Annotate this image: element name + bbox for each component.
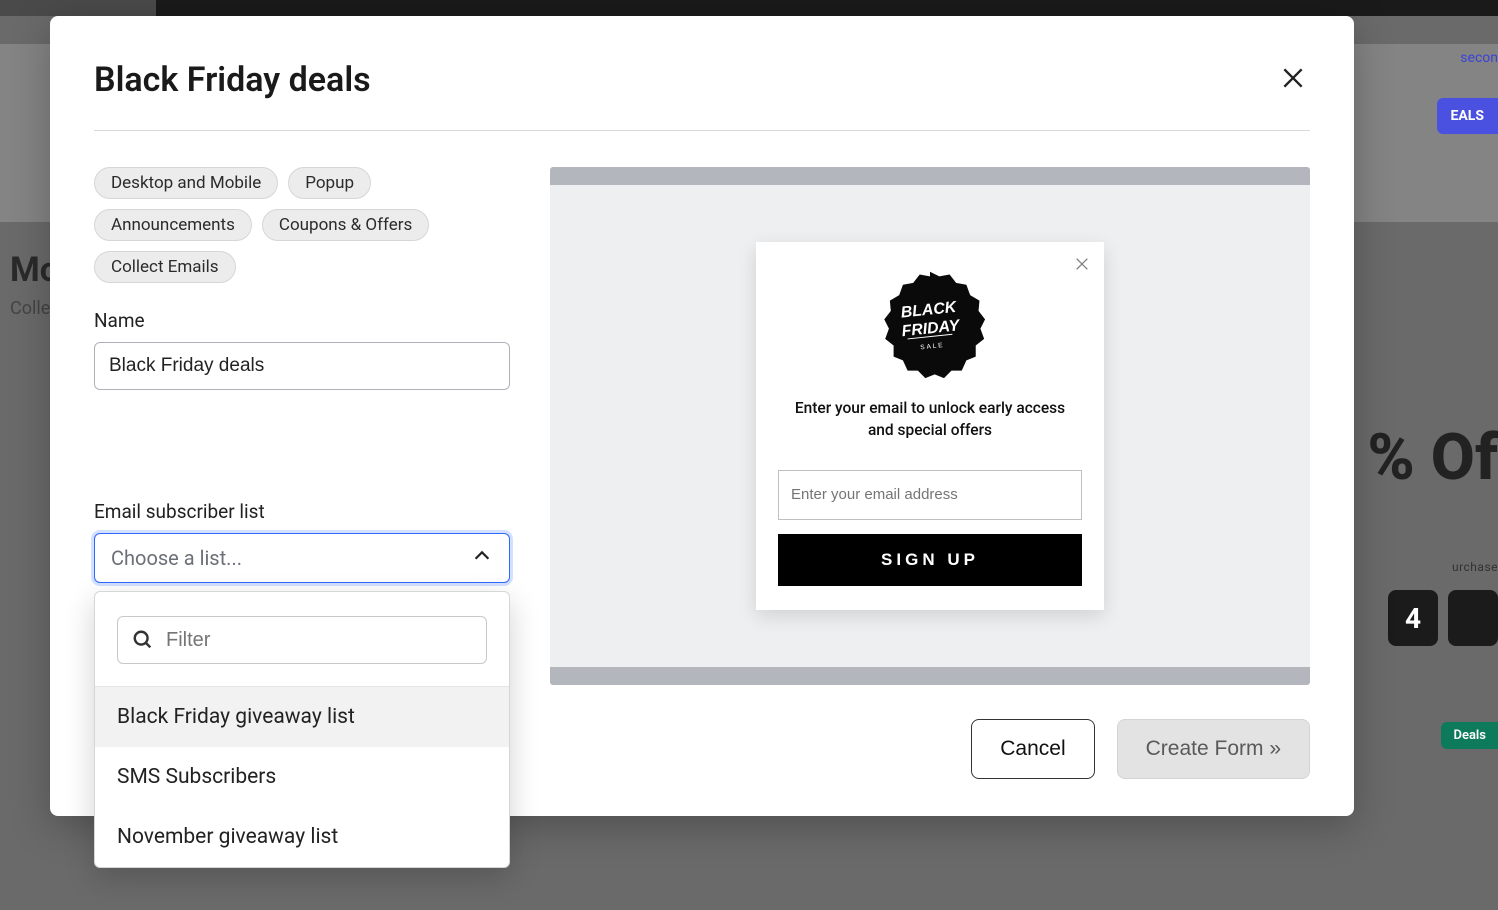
bg-countdown-box (1448, 590, 1498, 646)
bg-promo-text: % Of (1367, 420, 1498, 495)
popup-email-input[interactable] (778, 470, 1082, 520)
tag-collect-emails[interactable]: Collect Emails (94, 251, 236, 283)
popup-preview: BLACK FRIDAY SALE Enter your email to un… (756, 242, 1104, 609)
close-icon (1280, 65, 1306, 91)
popup-close-button[interactable] (1074, 256, 1090, 276)
dropdown-filter-wrap (95, 616, 509, 687)
bg-deals-badge: EALS (1437, 98, 1498, 134)
subscriber-list-label: Email subscriber list (94, 500, 510, 523)
close-icon (1074, 256, 1090, 272)
subscriber-list-dropdown: Black Friday giveaway list SMS Subscribe… (94, 591, 510, 868)
filter-input[interactable] (166, 629, 472, 652)
form-preview-pane: BLACK FRIDAY SALE Enter your email to un… (550, 167, 1310, 685)
modal-title: Black Friday deals (94, 60, 371, 100)
create-form-button[interactable]: Create Form » (1117, 719, 1310, 779)
modal-header: Black Friday deals (94, 60, 1310, 131)
bg-countdown-box: 4 (1388, 590, 1438, 646)
bg-topbar (0, 0, 1498, 16)
bg-deals-pill: Deals (1441, 722, 1498, 749)
tag-coupons-offers[interactable]: Coupons & Offers (262, 209, 429, 241)
name-label: Name (94, 309, 510, 332)
dropdown-filter (117, 616, 487, 664)
create-form-modal: Black Friday deals Desktop and Mobile Po… (50, 16, 1354, 816)
name-input[interactable] (94, 342, 510, 390)
option-november-giveaway[interactable]: November giveaway list (95, 807, 509, 867)
bg-page-subtitle: Colle (10, 298, 50, 319)
tag-announcements[interactable]: Announcements (94, 209, 252, 241)
modal-body: Desktop and Mobile Popup Announcements C… (94, 131, 1310, 780)
close-button[interactable] (1276, 61, 1310, 99)
subscriber-list-select-wrap: Choose a list... Black Friday giveaway l… (94, 533, 510, 583)
cancel-button[interactable]: Cancel (971, 719, 1094, 779)
tag-popup[interactable]: Popup (288, 167, 371, 199)
option-sms-subscribers[interactable]: SMS Subscribers (95, 747, 509, 807)
popup-copy: Enter your email to unlock early access … (778, 398, 1082, 441)
option-black-friday-giveaway[interactable]: Black Friday giveaway list (95, 687, 509, 747)
form-left-column: Desktop and Mobile Popup Announcements C… (94, 167, 510, 780)
chevron-up-icon (471, 545, 493, 572)
bg-countdown: 4 (1388, 590, 1498, 646)
preview-column: BLACK FRIDAY SALE Enter your email to un… (550, 167, 1310, 780)
black-friday-badge-icon: BLACK FRIDAY SALE (874, 268, 986, 380)
modal-footer: Cancel Create Form » (550, 685, 1310, 779)
subscriber-list-select[interactable]: Choose a list... (94, 533, 510, 583)
popup-signup-button[interactable]: SIGN UP (778, 534, 1082, 586)
bg-ribbon-text: secon (1460, 50, 1498, 66)
bg-promo-subtext: urchase (1452, 560, 1498, 574)
tag-desktop-mobile[interactable]: Desktop and Mobile (94, 167, 278, 199)
tag-list: Desktop and Mobile Popup Announcements C… (94, 167, 510, 283)
select-placeholder: Choose a list... (111, 546, 242, 570)
search-icon (132, 629, 154, 651)
bg-active-tab (0, 0, 156, 16)
